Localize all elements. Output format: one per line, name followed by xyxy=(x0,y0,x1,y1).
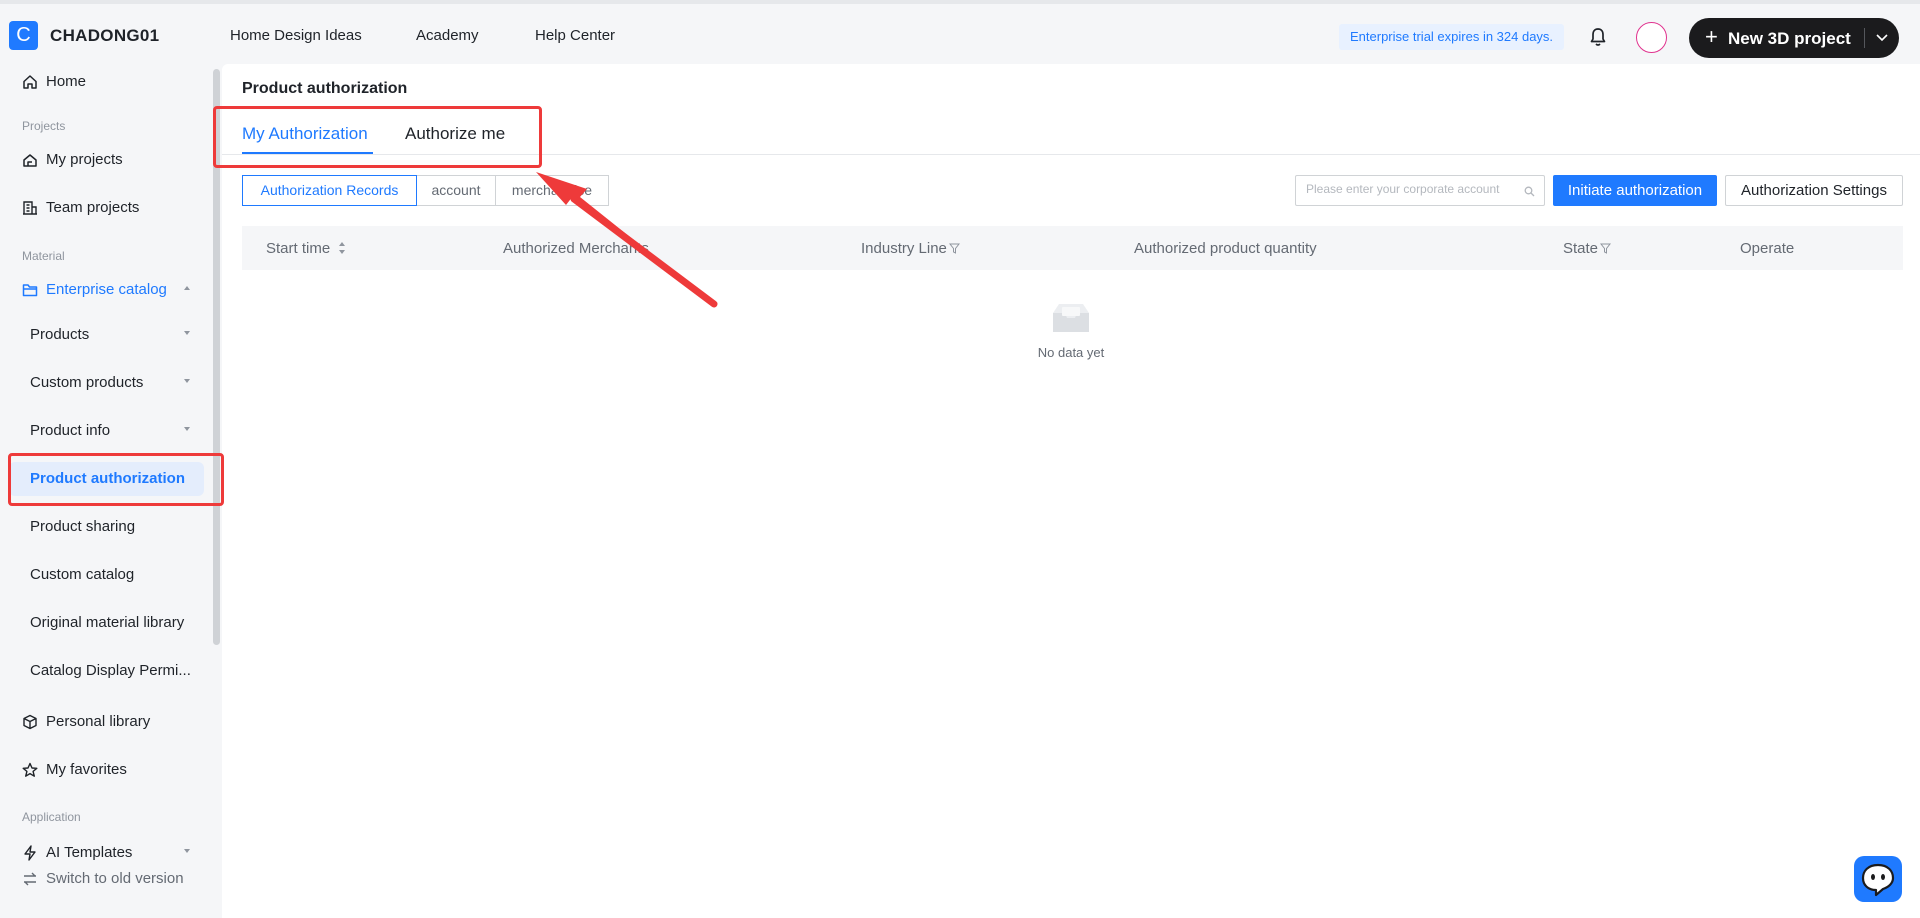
sidebar-item-product-info[interactable]: Product info xyxy=(0,414,210,448)
sidebar-item-custom-catalog[interactable]: Custom catalog xyxy=(0,558,210,592)
sidebar-group-application: Application xyxy=(22,810,81,824)
sidebar-group-material: Material xyxy=(22,249,65,263)
cube-icon xyxy=(23,714,37,730)
sidebar-item-original-material-library[interactable]: Original material library xyxy=(0,606,210,640)
chevron-down-icon xyxy=(184,379,190,383)
nav-academy[interactable]: Academy xyxy=(416,27,479,44)
chevron-up-icon xyxy=(184,286,190,290)
nav-help-center[interactable]: Help Center xyxy=(535,27,615,44)
column-authorized-product-quantity: Authorized product quantity xyxy=(1134,240,1317,257)
bell-icon[interactable] xyxy=(1588,26,1608,48)
chevron-down-icon xyxy=(184,849,190,853)
sidebar-item-my-favorites[interactable]: My favorites xyxy=(0,753,210,787)
sidebar-item-my-projects[interactable]: My projects xyxy=(0,143,210,177)
empty-box-icon xyxy=(1053,304,1089,332)
plus-icon: + xyxy=(1705,24,1718,49)
chevron-down-icon xyxy=(184,331,190,335)
annotation-highlight-tabs xyxy=(213,106,542,168)
main-content: Product authorization My Authorization A… xyxy=(222,64,1920,918)
nav-home-design-ideas[interactable]: Home Design Ideas xyxy=(230,27,362,44)
search-icon[interactable] xyxy=(1524,186,1535,197)
new-3d-project-button[interactable]: + New 3D project xyxy=(1689,18,1899,58)
filter-icon[interactable] xyxy=(948,243,960,254)
chat-assistant-button[interactable] xyxy=(1854,856,1902,902)
column-operate: Operate xyxy=(1740,240,1795,257)
search-input[interactable] xyxy=(1306,182,1516,196)
chevron-down-icon[interactable] xyxy=(1873,28,1891,46)
sidebar-item-products[interactable]: Products xyxy=(0,318,210,352)
switch-old-version-link[interactable]: Switch to old version xyxy=(0,862,210,896)
sidebar-item-enterprise-catalog[interactable]: Enterprise catalog xyxy=(0,273,210,307)
sort-icon[interactable] xyxy=(338,241,346,255)
segment-authorization-records[interactable]: Authorization Records xyxy=(242,175,417,206)
sidebar-item-personal-library[interactable]: Personal library xyxy=(0,705,210,739)
projects-icon xyxy=(23,154,37,167)
home-icon xyxy=(23,75,37,89)
top-bar: C CHADONG01 Home Design Ideas Academy He… xyxy=(0,0,1920,64)
chat-bubble-icon xyxy=(1861,863,1895,897)
empty-state-text: No data yet xyxy=(1037,345,1105,360)
building-icon xyxy=(23,201,37,215)
trial-notice[interactable]: Enterprise trial expires in 324 days. xyxy=(1339,24,1565,50)
sidebar-item-home[interactable]: Home xyxy=(0,65,210,99)
column-state[interactable]: State xyxy=(1563,240,1612,257)
sidebar-item-catalog-display-permissions[interactable]: Catalog Display Permi... xyxy=(0,654,210,688)
column-authorized-merchants: Authorized Merchants xyxy=(503,240,649,257)
team-logo[interactable]: C xyxy=(9,21,38,50)
folder-icon xyxy=(22,284,38,297)
initiate-authorization-button[interactable]: Initiate authorization xyxy=(1553,175,1717,206)
lightning-icon xyxy=(24,845,36,861)
sidebar-item-product-sharing[interactable]: Product sharing xyxy=(0,510,210,544)
switch-icon xyxy=(24,872,36,886)
table-header: Start time Authorized Merchants Industry… xyxy=(242,226,1903,270)
segment-account[interactable]: account xyxy=(416,175,496,206)
corporate-account-search[interactable] xyxy=(1295,175,1545,206)
sidebar-item-custom-products[interactable]: Custom products xyxy=(0,366,210,400)
annotation-highlight-sidebar xyxy=(8,453,224,506)
segment-merchandise[interactable]: merchandise xyxy=(495,175,609,206)
column-industry-line[interactable]: Industry Line xyxy=(861,240,960,257)
sidebar-item-team-projects[interactable]: Team projects xyxy=(0,191,210,225)
sidebar-group-projects: Projects xyxy=(22,119,66,133)
team-name[interactable]: CHADONG01 xyxy=(50,26,159,46)
authorization-settings-button[interactable]: Authorization Settings xyxy=(1725,175,1903,206)
avatar[interactable] xyxy=(1636,22,1667,53)
filter-icon[interactable] xyxy=(1600,243,1612,254)
page-title: Product authorization xyxy=(242,80,408,97)
chevron-down-icon xyxy=(184,427,190,431)
star-icon xyxy=(22,762,38,777)
column-start-time[interactable]: Start time xyxy=(266,240,346,257)
